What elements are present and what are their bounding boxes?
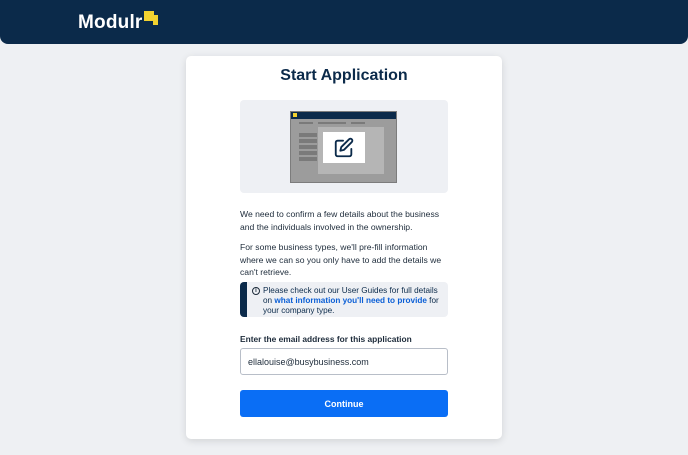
intro-paragraph-2: For some business types, we'll pre-fill …: [240, 242, 442, 277]
screen-illustration: [290, 111, 397, 183]
continue-button[interactable]: Continue: [240, 390, 448, 417]
logo-text: Modulr: [78, 12, 143, 33]
email-field[interactable]: [240, 348, 448, 375]
modulr-logo[interactable]: Modulr: [78, 11, 158, 34]
page-title: Start Application: [280, 67, 408, 84]
info-icon: i: [252, 287, 260, 295]
email-field-label: Enter the email address for this applica…: [240, 334, 412, 344]
start-application-card: Start Application We need to confirm a f…: [186, 56, 502, 439]
user-guides-link[interactable]: what information you'll need to provide: [274, 296, 427, 305]
info-callout: i Please check out our User Guides for f…: [240, 282, 448, 317]
top-header: Modulr: [0, 0, 688, 44]
intro-paragraph-1: We need to confirm a few details about t…: [240, 209, 440, 232]
application-illustration: [240, 100, 448, 193]
info-text: Please check out our User Guides for ful…: [263, 286, 443, 316]
logo-mark-icon: [143, 11, 158, 25]
info-callout-accent: [240, 282, 247, 317]
edit-icon: [323, 132, 365, 163]
